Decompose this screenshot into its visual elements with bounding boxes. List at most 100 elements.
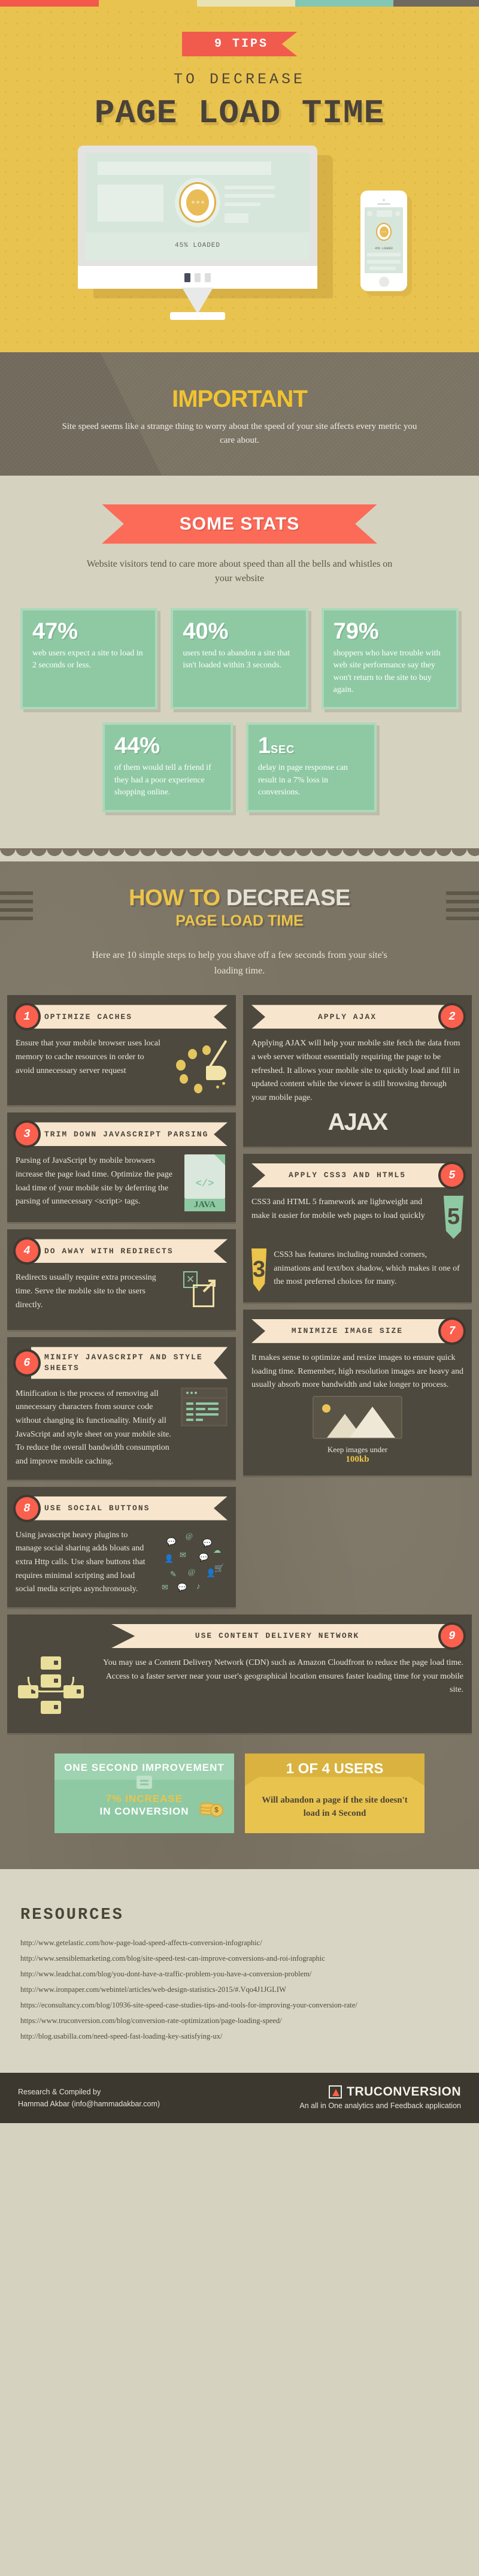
stat-number: 79% bbox=[333, 619, 379, 645]
hero-subtitle: TO DECREASE bbox=[173, 71, 306, 88]
brand-name: TRUCONVERSION bbox=[347, 2085, 461, 2099]
brand-block: TRUCONVERSION An all in One analytics an… bbox=[299, 2085, 461, 2110]
tip-title: USE CONTENT DELIVERY NETWORK bbox=[111, 1623, 448, 1648]
badge-yellow-top: 1 OF 4 USERS bbox=[245, 1753, 425, 1786]
image-size-caption: Keep images under 100kb bbox=[251, 1445, 463, 1465]
tip-title: MINIFY JAVASCRIPT AND STYLE SHEETS bbox=[31, 1347, 228, 1379]
tip-number-badge: 9 bbox=[441, 1624, 463, 1647]
resource-link[interactable]: http://www.leadchat.com/blog/you-dont-ha… bbox=[20, 1966, 459, 1982]
tip-card-4[interactable]: 4 DO AWAY WITH REDIRECTS Redirects usual… bbox=[7, 1229, 236, 1331]
java-label: JAVA bbox=[184, 1199, 225, 1212]
redirect-icon: ✕ bbox=[180, 1271, 228, 1319]
stat-number-value: 1 bbox=[258, 733, 271, 759]
stat-card: 44% of them would tell a friend if they … bbox=[102, 722, 233, 813]
brand-row: TRUCONVERSION bbox=[299, 2085, 461, 2099]
tip-title: DO AWAY WITH REDIRECTS bbox=[31, 1239, 228, 1263]
hero-section: 9 TIPS TO DECREASE PAGE LOAD TIME 45% LO… bbox=[0, 7, 479, 352]
tip-card-2[interactable]: 2 APPLY AJAX Applying AJAX will help you… bbox=[243, 995, 472, 1147]
stat-number: 47% bbox=[32, 619, 78, 645]
stat-card: 47% web users expect a site to load in 2… bbox=[20, 608, 158, 710]
tip-text: Parsing of JavaScript by mobile browsers… bbox=[16, 1156, 173, 1207]
caption-value: 100kb bbox=[345, 1454, 369, 1464]
how-title-white: DECREASE bbox=[226, 885, 351, 911]
tip-title: OPTIMIZE CACHES bbox=[31, 1005, 228, 1029]
some-stats-ribbon: SOME STATS bbox=[102, 504, 377, 544]
equals-icon bbox=[137, 1776, 152, 1789]
tip-card-3[interactable]: 3 TRIM DOWN JAVASCRIPT PARSING Parsing o… bbox=[7, 1112, 236, 1223]
tip-card-7[interactable]: 7 MINIMIZE IMAGE SIZE It makes sense to … bbox=[243, 1309, 472, 1476]
tip-card-6[interactable]: 6 MINIFY JAVASCRIPT AND STYLE SHEETS Min… bbox=[7, 1337, 236, 1480]
resource-link[interactable]: http://www.sensiblemarketing.com/blog/si… bbox=[20, 1951, 459, 1966]
diagonal-shadow bbox=[0, 352, 162, 476]
arrow-out-icon bbox=[202, 1280, 216, 1293]
resource-link[interactable]: http://blog.usabilla.com/need-speed-fast… bbox=[20, 2028, 459, 2044]
important-text: Site speed seems like a strange thing to… bbox=[62, 422, 417, 446]
tip-banner: 9 USE CONTENT DELIVERY NETWORK bbox=[111, 1623, 463, 1648]
code-glyph: </> bbox=[195, 1178, 214, 1190]
truconversion-logo-icon bbox=[329, 2085, 342, 2099]
badge-green-bottom: 7% INCREASE IN CONVERSION $ bbox=[54, 1786, 234, 1828]
badge-one-second: ONE SECOND IMPROVEMENT 7% INCREASE IN CO… bbox=[54, 1753, 234, 1834]
how-intro-text: Here are 10 simple steps to help you sha… bbox=[92, 950, 387, 976]
resources-title: RESOURCES bbox=[20, 1906, 124, 1925]
decor-lines-left bbox=[0, 891, 33, 925]
resource-link[interactable]: http://www.ironpaper.com/webintel/articl… bbox=[20, 1982, 459, 1997]
tip-banner: 3 TRIM DOWN JAVASCRIPT PARSING bbox=[16, 1122, 228, 1147]
tip-banner: 8 USE SOCIAL BUTTONS bbox=[16, 1496, 228, 1520]
important-title: IMPORTANT bbox=[172, 386, 308, 412]
resource-link[interactable]: https://econsultancy.com/blog/10936-site… bbox=[20, 1997, 459, 2013]
tips-grid: 1 OPTIMIZE CACHES Ensure that your mobil… bbox=[0, 978, 479, 1607]
stat-card: 40% users tend to abandon a site that is… bbox=[171, 608, 308, 710]
tip-card-1[interactable]: 1 OPTIMIZE CACHES Ensure that your mobil… bbox=[7, 995, 236, 1106]
stat-text: users tend to abandon a site that isn't … bbox=[183, 649, 290, 670]
credits: Research & Compiled by Hammad Akbar (inf… bbox=[18, 2086, 160, 2110]
tip-number-badge: 8 bbox=[16, 1496, 38, 1520]
mobile-phone-icon: 45% LOADED bbox=[360, 191, 407, 291]
social-cloud-icon: 💬 @ 💬 👤 ✉ 💬 ☁ ✎ @ 👤 💬 ♪ 🛒 ✉ bbox=[162, 1531, 225, 1592]
tip-number-badge: 5 bbox=[441, 1163, 463, 1187]
how-title-yellow: HOW TO bbox=[129, 885, 226, 911]
cdn-servers-icon bbox=[16, 1656, 87, 1722]
top-color-strips bbox=[0, 0, 479, 7]
tips-column-right: 2 APPLY AJAX Applying AJAX will help you… bbox=[243, 995, 472, 1476]
tip-number-badge: 7 bbox=[441, 1319, 463, 1343]
strip-cream bbox=[197, 0, 295, 7]
tip-text: Using javascript heavy plugins to manage… bbox=[16, 1530, 145, 1594]
tip-card-8[interactable]: 8 USE SOCIAL BUTTONS Using javascript he… bbox=[7, 1486, 236, 1607]
monitor-stand bbox=[182, 288, 213, 314]
code-window-icon bbox=[181, 1387, 228, 1426]
tip-number-badge: 6 bbox=[16, 1352, 38, 1375]
tip-title: MINIMIZE IMAGE SIZE bbox=[251, 1319, 448, 1343]
tip-card-9[interactable]: 9 USE CONTENT DELIVERY NETWORK You may u… bbox=[7, 1614, 472, 1733]
tip-number-badge: 2 bbox=[441, 1005, 463, 1029]
tip-card-5[interactable]: 5 APPLY CSS3 AND HTML5 CSS3 and HTML 5 f… bbox=[243, 1153, 472, 1302]
monitor-chin bbox=[78, 266, 317, 289]
stat-text: web users expect a site to load in 2 sec… bbox=[32, 649, 143, 670]
strip-red bbox=[0, 0, 99, 7]
phone-loaded-label: 45% LOADED bbox=[374, 247, 393, 250]
stats-row-2: 44% of them would tell a friend if they … bbox=[0, 722, 479, 813]
image-placeholder-icon bbox=[313, 1395, 402, 1439]
tip-banner: 4 DO AWAY WITH REDIRECTS bbox=[16, 1239, 228, 1263]
phone-home-button bbox=[378, 277, 389, 287]
badge-green-value: 7% INCREASE bbox=[105, 1793, 183, 1805]
decor-lines-right bbox=[446, 891, 479, 925]
tip-text: Applying AJAX will help your mobile site… bbox=[251, 1039, 460, 1103]
resource-link[interactable]: https://www.truconversion.com/blog/conve… bbox=[20, 2013, 459, 2028]
coins-icon: $ bbox=[199, 1802, 223, 1819]
resource-link[interactable]: http://www.getelastic.com/how-page-load-… bbox=[20, 1935, 459, 1951]
scallop-divider-top bbox=[0, 848, 479, 862]
stat-number: 44% bbox=[114, 733, 160, 759]
tips-ribbon: 9 TIPS bbox=[181, 32, 298, 56]
how-subtitle: PAGE LOAD TIME bbox=[175, 912, 304, 930]
stat-text: delay in page response can result in a 7… bbox=[258, 763, 348, 797]
credit-line-2: Hammad Akbar (info@hammadakbar.com) bbox=[18, 2100, 160, 2109]
monitor-base bbox=[170, 312, 225, 320]
strip-gray bbox=[393, 0, 479, 7]
tip-text: Redirects usually require extra processi… bbox=[16, 1273, 156, 1310]
tip-title: APPLY AJAX bbox=[251, 1005, 448, 1029]
tip-text: Ensure that your mobile browser uses loc… bbox=[16, 1039, 160, 1075]
strip-teal bbox=[295, 0, 393, 7]
strip-yellow bbox=[99, 0, 197, 7]
tip-text: Minification is the process of removing … bbox=[16, 1389, 171, 1466]
